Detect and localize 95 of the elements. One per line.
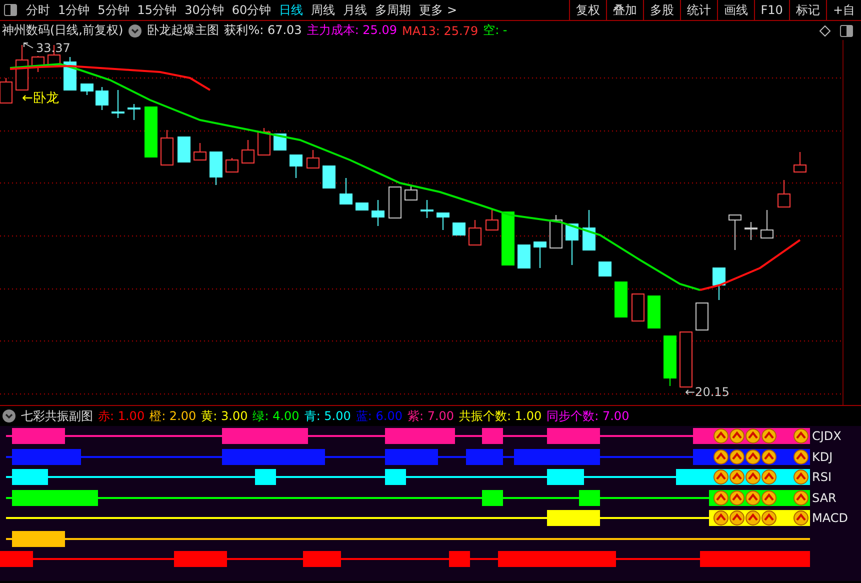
candle	[322, 166, 336, 188]
period-tab[interactable]: 1分钟	[54, 0, 94, 20]
candle	[550, 214, 562, 248]
candle	[696, 302, 708, 330]
candle	[614, 282, 628, 318]
period-tab[interactable]: 日线	[275, 0, 308, 20]
candle	[404, 184, 418, 200]
candle	[728, 214, 742, 250]
candle	[420, 200, 434, 218]
candle	[290, 154, 302, 178]
indicator-value: 获利%: 67.03	[224, 22, 302, 39]
panel-toggle-icon[interactable]	[840, 24, 853, 36]
indicator-value: 绿: 4.00	[252, 408, 300, 424]
dropdown-icon[interactable]	[128, 24, 142, 38]
candle	[80, 84, 94, 96]
candle	[582, 210, 596, 250]
candle	[372, 200, 384, 226]
period-tab[interactable]: 多周期	[371, 0, 416, 20]
candle	[144, 106, 158, 158]
toolbar-button[interactable]: 统计	[680, 0, 717, 20]
toolbar-button[interactable]: 复权	[568, 0, 606, 20]
indicator-label: MACD	[812, 511, 848, 526]
indicator-name: 七彩共振副图	[21, 408, 93, 424]
candle	[96, 86, 108, 110]
indicator-value: 紫: 7.00	[407, 408, 454, 424]
candle	[388, 186, 402, 218]
candle	[226, 158, 238, 172]
candle	[340, 178, 352, 204]
indicator-value: 赤: 1.00	[98, 408, 145, 424]
indicator-label: RSI	[812, 470, 832, 484]
candle	[128, 104, 140, 120]
candle	[534, 242, 546, 268]
period-tab[interactable]: 5分钟	[94, 0, 134, 20]
candle	[32, 56, 44, 72]
candle	[794, 152, 806, 172]
candle	[502, 212, 514, 266]
period-tab[interactable]: 30分钟	[180, 0, 228, 20]
panel-toggle-icon[interactable]	[4, 4, 17, 16]
period-tab[interactable]: 月线	[339, 0, 372, 20]
toolbar-button[interactable]: 多股	[642, 0, 680, 20]
candle	[16, 44, 28, 90]
candle	[242, 140, 254, 164]
toolbar-button[interactable]: F10	[754, 0, 789, 20]
candle	[760, 210, 774, 238]
candle	[566, 224, 578, 266]
toolbar-button[interactable]: 画线	[716, 0, 754, 20]
candle	[486, 210, 498, 230]
candle	[436, 212, 450, 230]
indicator-value: MA13: 25.79	[402, 24, 478, 38]
indicator-value: 蓝: 6.00	[356, 408, 402, 424]
candle	[680, 332, 692, 388]
candle	[356, 202, 368, 210]
indicator-value: 橙: 2.00	[150, 408, 196, 424]
candle	[306, 150, 320, 168]
indicator-value: 空: -	[483, 22, 508, 39]
toolbar-button[interactable]: 标记	[788, 0, 826, 20]
toolbar-button[interactable]: +自	[826, 0, 861, 20]
candle	[778, 180, 790, 208]
indicator-value: 黄: 3.00	[201, 408, 248, 424]
candle	[178, 136, 190, 162]
signal-label: ←卧龙	[22, 91, 59, 106]
dropdown-icon[interactable]	[2, 409, 16, 423]
candle	[664, 336, 676, 386]
candle	[648, 296, 660, 328]
candle	[194, 142, 206, 160]
indicator-label: SAR	[812, 490, 836, 505]
toolbar-button[interactable]: 叠加	[606, 0, 643, 20]
indicator-label: KDJ	[812, 450, 833, 464]
candle	[452, 222, 466, 236]
stock-title: 神州数码(日线,前复权)	[2, 22, 124, 39]
candle	[258, 128, 270, 156]
candle	[598, 262, 612, 276]
diamond-icon[interactable]	[819, 24, 831, 36]
candle	[210, 152, 222, 186]
candle	[632, 294, 644, 322]
period-tab[interactable]: 60分钟	[228, 0, 276, 20]
candle	[112, 90, 124, 118]
indicator-value: 主力成本: 25.09	[306, 22, 398, 39]
period-tab[interactable]: 15分钟	[133, 0, 181, 20]
candle	[518, 244, 530, 268]
period-tab[interactable]: 更多 >	[415, 0, 461, 20]
candle	[160, 130, 174, 166]
low-price-label: ←20.15	[685, 385, 730, 399]
indicator-value: 共振个数: 1.00	[459, 408, 542, 424]
indicator-value: 青: 5.00	[304, 408, 351, 424]
candle	[744, 222, 758, 240]
candle	[712, 268, 726, 300]
indicator-value: 同步个数: 7.00	[546, 408, 630, 424]
period-tab[interactable]: 分时	[22, 0, 54, 20]
candle	[64, 56, 76, 90]
indicator-name: 卧龙起爆主图	[147, 22, 220, 39]
pointer-arrow-icon	[24, 42, 34, 48]
indicator-label: CJDX	[812, 429, 842, 444]
candle	[468, 220, 482, 246]
period-tab[interactable]: 周线	[307, 0, 340, 20]
